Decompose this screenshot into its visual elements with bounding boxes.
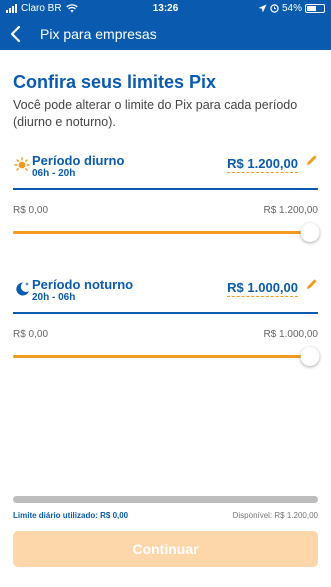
period-hours: 06h - 20h (32, 168, 76, 179)
divider (13, 312, 318, 314)
battery-icon (305, 4, 325, 13)
page-title: Pix para empresas (40, 26, 157, 42)
slider-thumb[interactable] (300, 223, 320, 242)
daily-usage-bar (13, 496, 318, 503)
edit-pencil-icon[interactable] (306, 154, 318, 166)
battery-level (307, 6, 316, 11)
slider-max-label: R$ 1.200,00 (263, 205, 319, 216)
location-icon (258, 4, 267, 13)
slider-thumb[interactable] (300, 347, 320, 366)
period-name: Período noturno (32, 277, 134, 292)
limit-slider-track[interactable] (13, 231, 312, 234)
moon-icon (16, 282, 29, 296)
section-title: Confira seus limites Pix (13, 72, 217, 92)
daily-used-label: Limite diário utilizado: R$ 0,00 (13, 511, 129, 520)
sun-icon (14, 157, 30, 171)
limit-value[interactable]: R$ 1.000,00 (227, 280, 298, 297)
continue-button[interactable]: Continuar (13, 531, 318, 567)
period-name: Período diurno (32, 153, 125, 168)
edit-pencil-icon[interactable] (306, 278, 318, 290)
status-right: 54% (258, 3, 325, 14)
limit-value[interactable]: R$ 1.200,00 (227, 156, 298, 173)
status-bar: Claro BR 13:26 54% (0, 0, 331, 18)
nav-bar: Pix para empresas (0, 18, 331, 50)
period-day: Período diurno 06h - 20h R$ 1.200,00 R$ … (13, 153, 320, 248)
battery-percent: 54% (281, 3, 302, 14)
alarm-icon (270, 4, 279, 13)
slider-fill (13, 231, 312, 234)
slider-min-label: R$ 0,00 (13, 205, 49, 216)
section-description: Você pode alterar o limite do Pix para c… (13, 98, 298, 129)
limit-slider-track[interactable] (13, 355, 312, 358)
slider-max-label: R$ 1.000,00 (263, 329, 319, 340)
available-label: Disponível: R$ 1.200,00 (232, 511, 318, 520)
period-hours: 20h - 06h (32, 292, 76, 303)
period-night: Período noturno 20h - 06h R$ 1.000,00 R$… (13, 277, 320, 372)
back-arrow-icon[interactable] (8, 24, 24, 44)
divider (13, 188, 318, 190)
slider-min-label: R$ 0,00 (13, 329, 49, 340)
slider-fill (13, 355, 312, 358)
